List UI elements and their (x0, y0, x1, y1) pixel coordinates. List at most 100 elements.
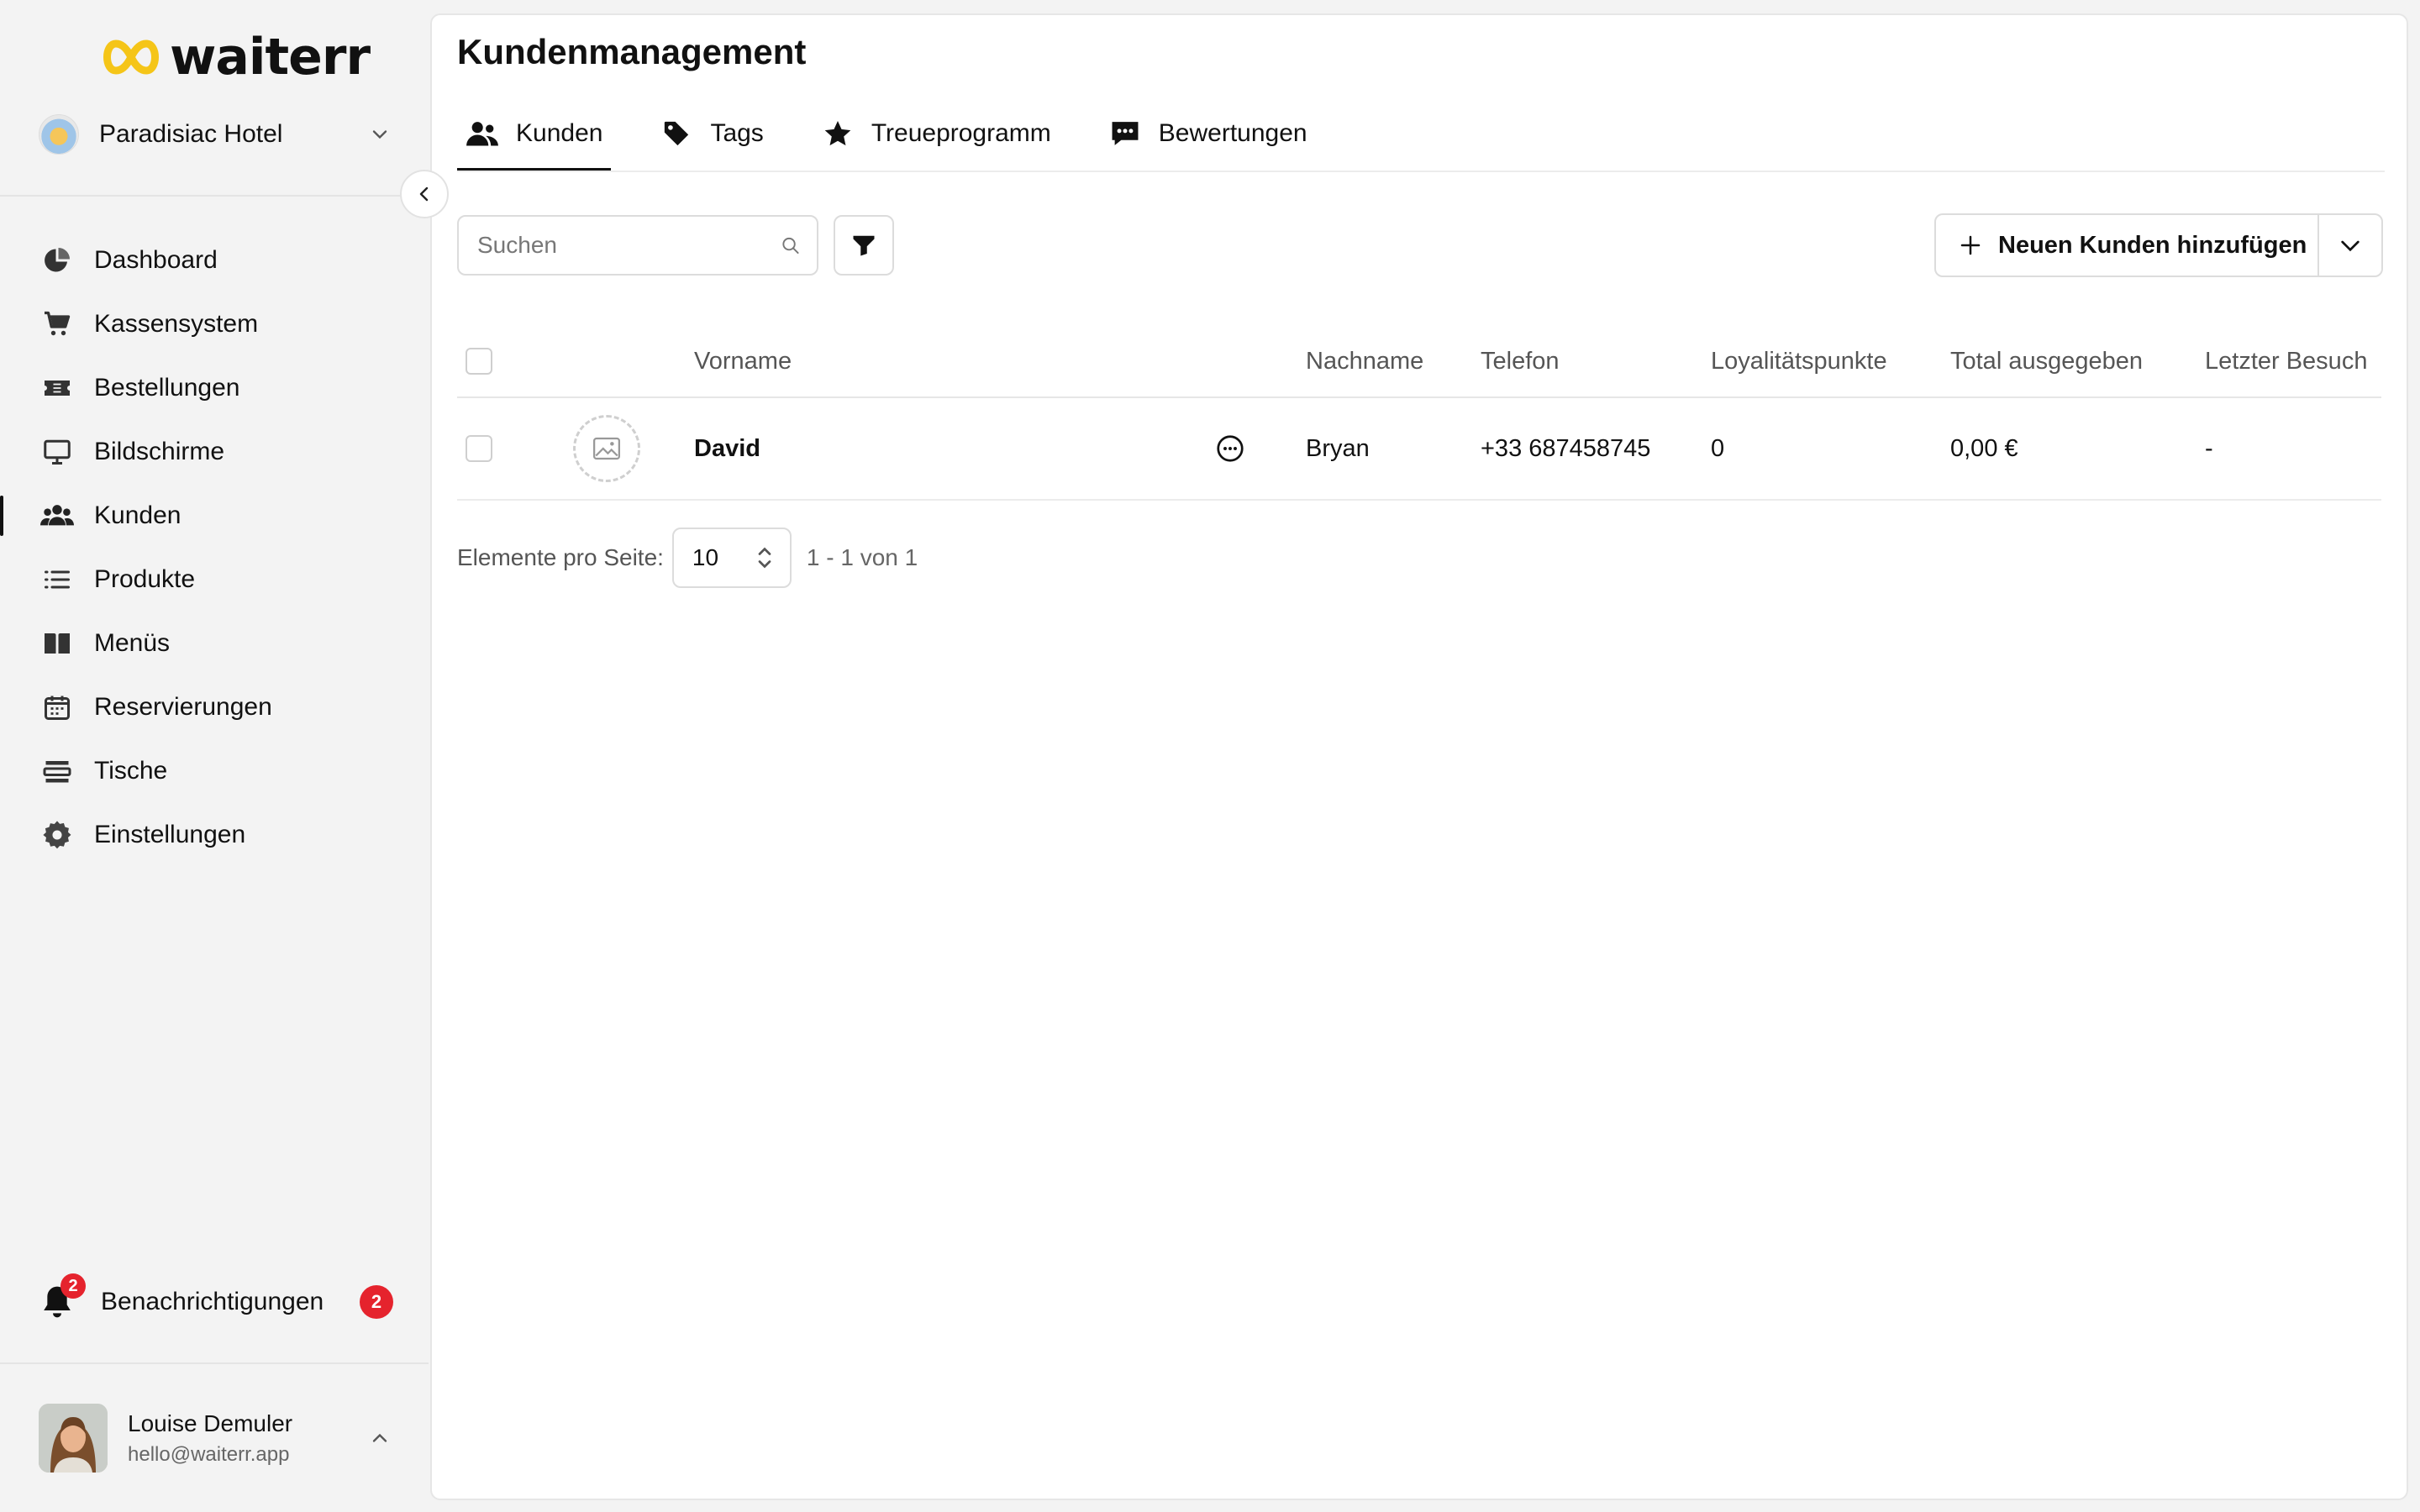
column-header-telefon[interactable]: Telefon (1481, 326, 1560, 396)
pagination-range: 1 - 1 von 1 (806, 544, 918, 570)
cell-vorname: David (694, 434, 760, 462)
gear-icon (40, 818, 74, 852)
user-menu[interactable]: Louise Demuler hello@waiterr.app (39, 1403, 392, 1473)
sort-arrows-icon (758, 547, 771, 569)
sidebar-nav: Dashboard Kassensystem Bestellungen Bild… (0, 228, 429, 867)
divider (0, 1362, 429, 1364)
sidebar-item-einstellungen[interactable]: Einstellungen (0, 803, 429, 867)
chevron-down-icon (372, 130, 387, 139)
sidebar-item-bestellungen[interactable]: Bestellungen (0, 356, 429, 420)
sidebar-item-produkte[interactable]: Produkte (0, 548, 429, 612)
notifications-badge: 2 (360, 1285, 393, 1319)
sidebar-item-kunden[interactable]: Kunden (0, 484, 429, 548)
tab-label: Bewertungen (1158, 119, 1307, 147)
tag-icon (660, 117, 693, 150)
sidebar: waiterr Paradisiac Hotel Dashboard Kasse… (0, 0, 429, 1512)
star-icon (821, 117, 855, 150)
table-row[interactable]: David Bryan +33 687458745 0 0,00 € - (457, 398, 2381, 501)
pagination: Elemente pro Seite: 10 1 - 1 von 1 (457, 528, 918, 588)
sidebar-item-label: Produkte (94, 565, 196, 593)
customers-table: Vorname Nachname Telefon Loyalitätspunkt… (457, 326, 2381, 501)
row-actions-cell (1213, 398, 1247, 499)
notifications-link[interactable]: 2 Benachrichtigungen 2 (40, 1273, 393, 1327)
tab-label: Kunden (516, 119, 603, 147)
search-box (457, 215, 818, 276)
user-name: Louise Demuler (128, 1410, 293, 1436)
add-customer-group: Neuen Kunden hinzufügen (1934, 213, 2383, 277)
sidebar-item-label: Tische (94, 757, 168, 785)
sidebar-item-label: Menüs (94, 629, 171, 657)
sidebar-item-label: Kunden (94, 501, 182, 529)
sidebar-item-reservierungen[interactable]: Reservierungen (0, 675, 429, 739)
table-header: Vorname Nachname Telefon Loyalitätspunkt… (457, 326, 2381, 398)
brand-name: waiterr (170, 28, 371, 87)
user-email: hello@waiterr.app (128, 1443, 290, 1466)
column-header-vorname[interactable]: Vorname (694, 326, 792, 396)
monitor-icon (40, 435, 74, 469)
more-options-icon[interactable] (1213, 432, 1247, 465)
chevron-left-icon (419, 186, 429, 202)
sidebar-item-bildschirme[interactable]: Bildschirme (0, 420, 429, 484)
sidebar-item-label: Reservierungen (94, 693, 272, 721)
tab-bewertungen[interactable]: Bewertungen (1100, 96, 1316, 171)
tab-label: Tags (710, 119, 764, 147)
waiterr-logo[interactable]: waiterr (99, 28, 371, 87)
table-icon (40, 754, 74, 788)
items-per-page-label: Elemente pro Seite: (457, 544, 664, 570)
search-input[interactable] (477, 232, 781, 259)
cell-loyalitaetspunkte: 0 (1711, 434, 1725, 462)
add-customer-dropdown[interactable] (2319, 215, 2381, 276)
infinity-logo-icon (103, 39, 159, 75)
collapse-sidebar-button[interactable] (400, 170, 449, 218)
tab-tags[interactable]: Tags (651, 96, 771, 171)
row-checkbox[interactable] (466, 435, 492, 462)
filter-button[interactable] (834, 215, 894, 276)
venue-name: Paradisiac Hotel (99, 120, 283, 148)
sidebar-item-menus[interactable]: Menüs (0, 612, 429, 675)
users-icon (466, 117, 499, 150)
review-icon (1108, 117, 1142, 150)
calendar-icon (40, 690, 74, 724)
tab-bar: Kunden Tags Treueprogramm Bewertungen (457, 96, 1356, 171)
sidebar-item-label: Dashboard (94, 246, 218, 274)
cell-nachname: Bryan (1306, 434, 1370, 462)
cart-icon (40, 307, 74, 341)
items-per-page-select[interactable]: 10 (671, 528, 792, 588)
add-customer-button[interactable]: Neuen Kunden hinzufügen (1936, 215, 2319, 276)
pie-chart-icon (40, 244, 74, 277)
items-per-page-value: 10 (692, 544, 719, 570)
main-panel: Kundenmanagement Kunden Tags Treueprogra… (430, 13, 2408, 1500)
search-icon (782, 237, 799, 255)
tab-kunden[interactable]: Kunden (457, 96, 612, 171)
column-header-nachname[interactable]: Nachname (1306, 326, 1423, 396)
sidebar-item-label: Bildschirme (94, 438, 225, 465)
tab-treueprogramm[interactable]: Treueprogramm (813, 96, 1060, 171)
tab-label: Treueprogramm (871, 119, 1051, 147)
tabs-divider (457, 171, 2385, 172)
add-customer-label: Neuen Kunden hinzufügen (1998, 231, 2307, 259)
filter-icon (853, 235, 875, 256)
sidebar-item-dashboard[interactable]: Dashboard (0, 228, 429, 292)
venue-avatar (39, 114, 79, 155)
chevron-up-icon (372, 1433, 387, 1442)
column-header-letzter-besuch[interactable]: Letzter Besuch (2205, 326, 2367, 396)
bell-count-dot: 2 (60, 1273, 86, 1299)
notifications-label: Benachrichtigungen (101, 1288, 324, 1315)
list-icon (40, 563, 74, 596)
venue-selector[interactable]: Paradisiac Hotel (39, 111, 392, 158)
select-all-checkbox[interactable] (466, 348, 492, 375)
users-icon (40, 499, 74, 533)
row-select-cell (466, 398, 492, 499)
divider (0, 195, 429, 197)
column-header-loyalitaetspunkte[interactable]: Loyalitätspunkte (1711, 326, 1887, 396)
sidebar-item-tische[interactable]: Tische (0, 739, 429, 803)
book-icon (40, 627, 74, 660)
sidebar-item-kassensystem[interactable]: Kassensystem (0, 292, 429, 356)
plus-icon (1960, 235, 1981, 255)
cell-total-ausgegeben: 0,00 € (1950, 434, 2018, 462)
image-placeholder-icon (573, 415, 640, 482)
chevron-down-icon (2341, 240, 2360, 252)
sidebar-item-label: Kassensystem (94, 310, 259, 338)
cell-letzter-besuch: - (2205, 434, 2213, 462)
column-header-total-ausgegeben[interactable]: Total ausgegeben (1950, 326, 2143, 396)
